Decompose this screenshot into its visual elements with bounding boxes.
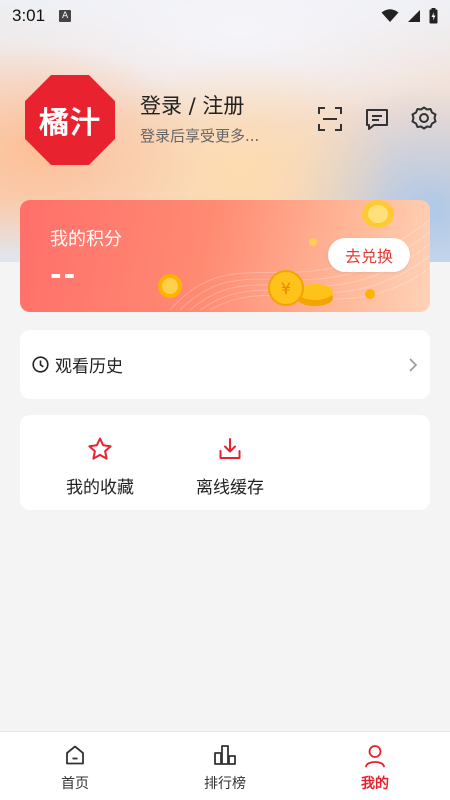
message-icon[interactable] — [363, 105, 391, 133]
offline-cache-label: 离线缓存 — [196, 478, 264, 498]
status-time: 3:01 — [12, 6, 46, 25]
offline-cache-button[interactable]: 离线缓存 — [170, 415, 290, 510]
points-card[interactable]: ¥ 我的积分 -- 去兑换 — [20, 200, 430, 312]
download-icon — [219, 438, 241, 459]
login-subtitle: 登录后享受更多... — [140, 127, 260, 145]
status-bar: 3:01 A — [0, 0, 450, 32]
chevron-right-icon — [409, 357, 418, 372]
login-register-link[interactable]: 登录 / 注册 — [140, 90, 244, 120]
avatar-text: 橘汁 — [39, 106, 101, 141]
profile-icon — [365, 745, 385, 768]
nav-profile-label: 我的 — [361, 776, 389, 792]
battery-icon — [429, 8, 438, 24]
redeem-button[interactable]: 去兑换 — [328, 238, 410, 272]
svg-text:¥: ¥ — [281, 279, 291, 298]
avatar[interactable]: 橘汁 — [25, 75, 115, 165]
settings-icon[interactable] — [410, 105, 438, 133]
status-icons — [381, 8, 438, 24]
points-title: 我的积分 — [50, 229, 122, 250]
watch-history-row[interactable]: 观看历史 — [20, 330, 430, 399]
points-value: -- — [50, 258, 78, 291]
nav-home-label: 首页 — [61, 776, 89, 792]
wifi-icon — [381, 9, 399, 22]
favorites-label: 我的收藏 — [66, 478, 134, 498]
scan-icon[interactable] — [316, 105, 344, 133]
clock-icon — [32, 356, 49, 373]
nav-ranking-label: 排行榜 — [204, 776, 246, 792]
nav-ranking[interactable]: 排行榜 — [150, 732, 300, 800]
ranking-icon — [214, 745, 236, 765]
favorites-button[interactable]: 我的收藏 — [40, 415, 160, 510]
header-actions — [316, 105, 438, 133]
signal-icon — [408, 10, 420, 22]
status-indicator: A — [59, 10, 72, 22]
quick-actions: 我的收藏 离线缓存 — [20, 415, 430, 510]
nav-profile[interactable]: 我的 — [300, 732, 450, 800]
bottom-nav: 首页 排行榜 我的 — [0, 731, 450, 800]
watch-history-label: 观看历史 — [55, 357, 123, 377]
nav-home[interactable]: 首页 — [0, 732, 150, 800]
home-icon — [66, 745, 84, 765]
star-icon — [88, 437, 112, 460]
